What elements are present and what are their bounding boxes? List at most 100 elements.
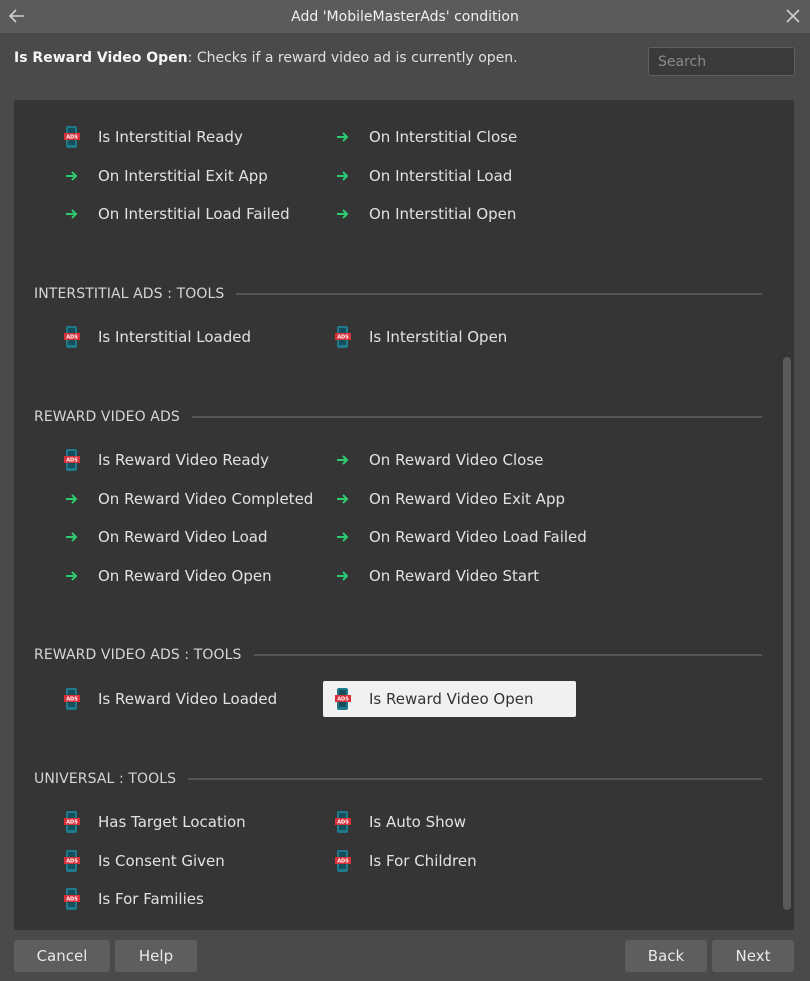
green-arrow-icon [62,487,82,511]
condition-item-label: On Interstitial Load [369,167,513,185]
green-arrow-icon [333,164,353,188]
condition-item[interactable]: ADS Has Target Location [52,804,305,840]
condition-item[interactable]: ADS Is Consent Given [52,843,305,879]
back-button[interactable]: Back [625,940,707,972]
window-title: Add 'MobileMasterAds' condition [291,8,519,25]
condition-item[interactable]: ADS Is Reward Video Loaded [52,681,305,717]
svg-text:ADS: ADS [66,820,78,826]
condition-item[interactable]: On Interstitial Load [323,158,576,194]
condition-item-label: On Interstitial Close [369,128,518,146]
svg-text:ADS: ADS [337,697,349,703]
condition-item-label: Is Interstitial Loaded [98,328,251,346]
condition-item-label: On Interstitial Exit App [98,167,268,185]
section-title: REWARD VIDEO ADS : TOOLS [34,647,242,663]
ads-phone-icon: ADS [62,687,82,711]
section-title: REWARD VIDEO ADS [34,409,180,425]
condition-item-label: On Reward Video Load [98,528,268,546]
section-header-universal-tools: UNIVERSAL : TOOLS [34,769,762,789]
condition-item-label: Has Target Location [98,813,246,831]
condition-item[interactable]: On Interstitial Close [323,119,576,155]
condition-item-label: Is Reward Video Open [369,690,534,708]
condition-item-label: On Reward Video Open [98,567,272,585]
svg-text:ADS: ADS [66,135,78,141]
condition-item-label: Is Auto Show [369,813,467,831]
section-header-reward-video-tools: REWARD VIDEO ADS : TOOLS [34,645,762,665]
svg-text:ADS: ADS [66,859,78,865]
svg-text:ADS: ADS [337,335,349,341]
condition-item[interactable]: ADS Is For Families [52,881,305,917]
condition-item-label: On Reward Video Completed [98,490,314,508]
condition-item[interactable]: On Reward Video Load [52,519,305,555]
search-input[interactable] [648,47,795,76]
condition-item[interactable]: ADS Is Reward Video Open [323,681,576,717]
section-header-reward-video: REWARD VIDEO ADS [34,407,762,427]
green-arrow-icon [62,564,82,588]
condition-item[interactable]: On Interstitial Open [323,196,576,232]
condition-item-label: On Interstitial Open [369,205,517,223]
green-arrow-icon [62,525,82,549]
condition-item[interactable]: ADS Is Reward Video Ready [52,442,305,478]
condition-item-label: Is For Children [369,852,477,870]
arrow-left-icon[interactable] [6,5,28,27]
condition-item[interactable]: ADS Is Auto Show [323,804,576,840]
condition-item-label: Is For Families [98,890,204,908]
svg-text:ADS: ADS [66,335,78,341]
title-bar: Add 'MobileMasterAds' condition [0,0,810,33]
next-button[interactable]: Next [712,940,794,972]
condition-item[interactable]: On Reward Video Start [323,558,576,594]
ads-phone-icon: ADS [62,849,82,873]
condition-item[interactable]: ADS Is Interstitial Loaded [52,319,305,355]
condition-item-label: Is Consent Given [98,852,225,870]
condition-item[interactable]: On Reward Video Close [323,442,576,478]
condition-item-label: On Reward Video Load Failed [369,528,587,546]
svg-text:ADS: ADS [337,820,349,826]
svg-text:ADS: ADS [66,458,78,464]
cancel-button[interactable]: Cancel [14,940,110,972]
section-title: INTERSTITIAL ADS : TOOLS [34,286,225,302]
green-arrow-icon [333,564,353,588]
ads-phone-icon: ADS [62,887,82,911]
green-arrow-icon [333,487,353,511]
condition-item-label: Is Reward Video Loaded [98,690,278,708]
condition-item-label: Is Reward Video Ready [98,451,269,469]
green-arrow-icon [333,202,353,226]
section-header-interstitial-tools: INTERSTITIAL ADS : TOOLS [34,284,762,304]
condition-item[interactable]: On Reward Video Load Failed [323,519,587,555]
ads-phone-icon: ADS [333,810,353,834]
svg-text:ADS: ADS [66,697,78,703]
condition-name: Is Reward Video Open [14,50,188,66]
condition-item[interactable]: On Reward Video Completed [52,481,313,517]
condition-item-label: Is Interstitial Open [369,328,508,346]
condition-item[interactable]: On Interstitial Load Failed [52,196,305,232]
green-arrow-icon [333,525,353,549]
condition-item[interactable]: ADS Is Interstitial Open [323,319,576,355]
condition-item[interactable]: ADS Is For Children [323,843,576,879]
green-arrow-icon [62,202,82,226]
condition-item-label: On Reward Video Start [369,567,540,585]
ads-phone-icon: ADS [62,125,82,149]
ads-phone-icon: ADS [62,810,82,834]
help-button[interactable]: Help [115,940,197,972]
svg-text:ADS: ADS [337,859,349,865]
condition-item[interactable]: On Reward Video Exit App [323,481,576,517]
section-title: UNIVERSAL : TOOLS [34,771,177,787]
close-icon[interactable] [782,5,804,27]
ads-phone-icon: ADS [333,849,353,873]
condition-item[interactable]: ADS Is Interstitial Ready [52,119,305,155]
condition-item[interactable]: On Interstitial Exit App [52,158,305,194]
condition-item-label: On Interstitial Load Failed [98,205,290,223]
scrollbar[interactable] [783,357,791,910]
ads-phone-icon: ADS [333,687,353,711]
condition-description: Is Reward Video Open: Checks if a reward… [14,50,518,66]
ads-phone-icon: ADS [62,448,82,472]
conditions-list: ADS Is Interstitial Ready On Interstitial … [14,100,794,930]
svg-text:ADS: ADS [66,897,78,903]
condition-item[interactable]: On Reward Video Open [52,558,305,594]
green-arrow-icon [62,164,82,188]
condition-description-text: : Checks if a reward video ad is current… [187,50,518,66]
condition-item-label: On Reward Video Exit App [369,490,565,508]
condition-item-label: On Reward Video Close [369,451,544,469]
ads-phone-icon: ADS [62,325,82,349]
green-arrow-icon [333,125,353,149]
condition-item-label: Is Interstitial Ready [98,128,243,146]
